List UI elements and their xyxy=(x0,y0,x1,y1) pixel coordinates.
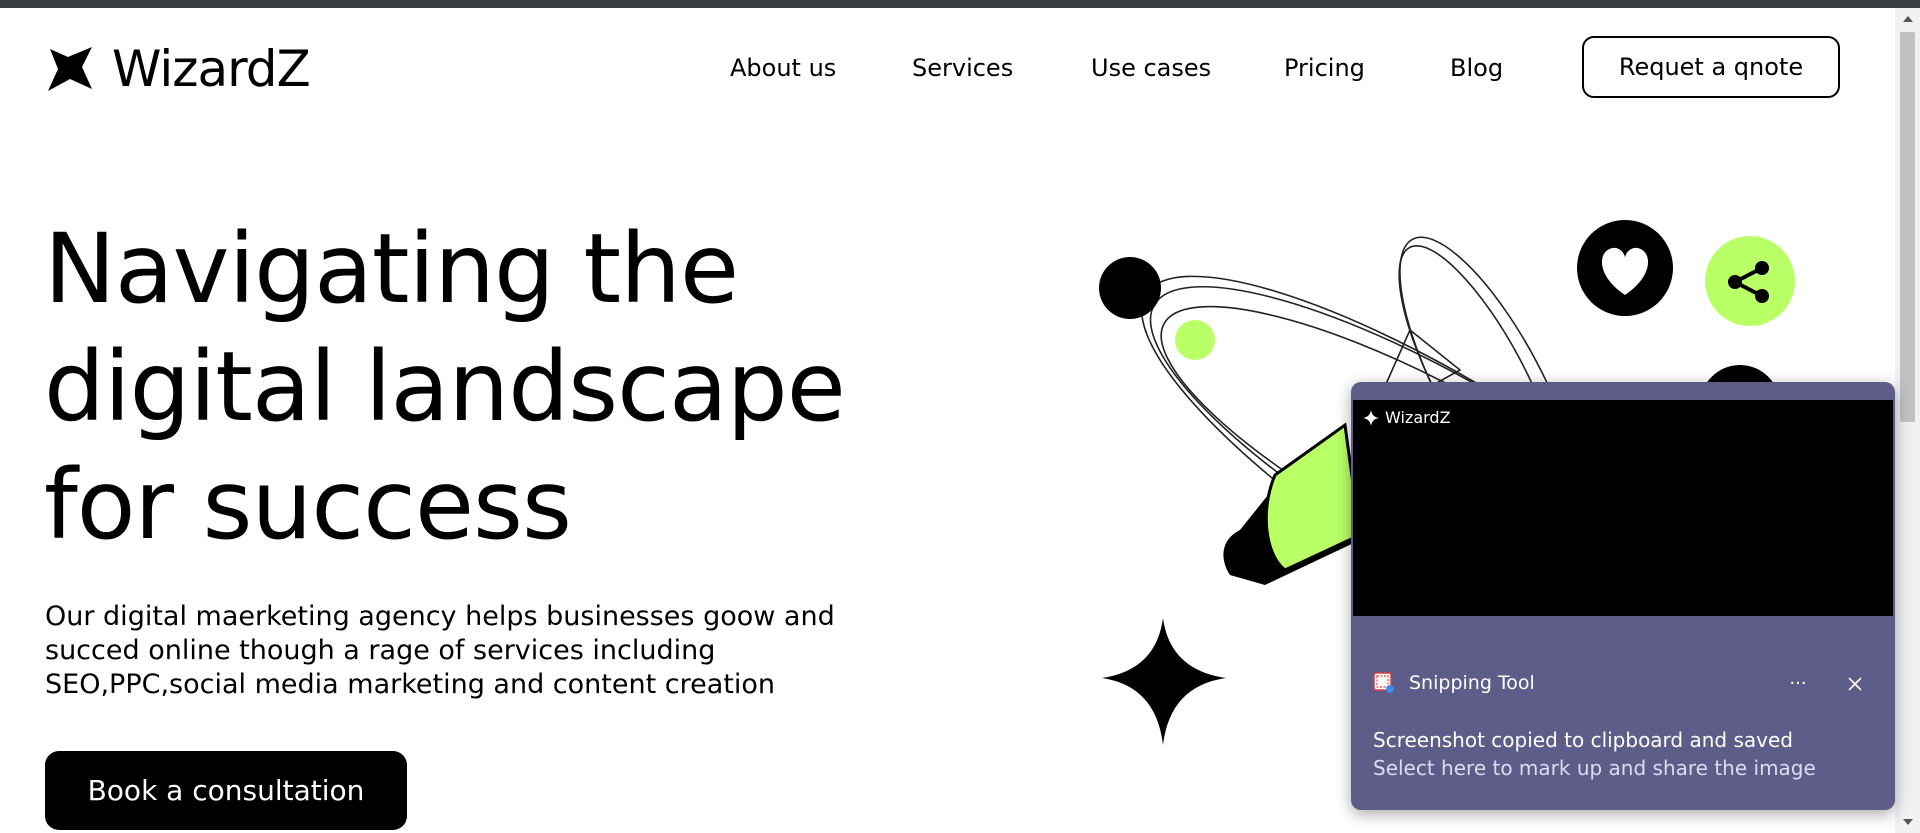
close-icon[interactable] xyxy=(1841,670,1869,698)
notification-app: Snipping Tool xyxy=(1373,672,1535,694)
nav-use-cases[interactable]: Use cases xyxy=(1091,52,1211,84)
request-quote-button[interactable]: Requet a qnote xyxy=(1582,36,1840,98)
hero-title-line-1: Navigating the xyxy=(44,213,739,325)
scroll-up-arrow-icon[interactable] xyxy=(1895,10,1920,28)
hero-description: Our digital maerketing agency helps busi… xyxy=(45,600,925,702)
scroll-down-arrow-icon[interactable] xyxy=(1895,813,1920,831)
notification-app-name: Snipping Tool xyxy=(1409,672,1535,694)
hero-title-line-3: for success xyxy=(44,449,572,561)
notification-title: Screenshot copied to clipboard and saved xyxy=(1373,728,1793,752)
star-logo-icon xyxy=(1363,409,1379,426)
black-dot xyxy=(1099,257,1161,319)
nav-about-us[interactable]: About us xyxy=(730,52,836,84)
snipping-tool-notification[interactable]: WizardZ Snipping Tool ··· Screenshot cop… xyxy=(1351,382,1895,810)
sparkle-star-icon xyxy=(1102,618,1226,745)
nav-blog[interactable]: Blog xyxy=(1450,52,1503,84)
brand-logo[interactable]: WizardZ xyxy=(46,40,311,98)
hero-title-line-2: digital landscape xyxy=(44,331,846,443)
page-scrollbar[interactable] xyxy=(1895,8,1920,833)
share-icon xyxy=(1705,236,1795,326)
screenshot-preview[interactable]: WizardZ xyxy=(1353,400,1893,616)
hero-title: Navigating the digital landscape for suc… xyxy=(44,210,944,564)
more-options-icon[interactable]: ··· xyxy=(1783,668,1813,698)
snipping-tool-icon xyxy=(1373,672,1394,693)
hero-description-line-2: succed online though a rage of services … xyxy=(45,635,716,666)
green-dot xyxy=(1175,320,1215,360)
book-consultation-button[interactable]: Book a consultation xyxy=(45,751,407,830)
browser-top-bar xyxy=(0,0,1920,8)
star-logo-icon xyxy=(48,47,92,91)
hero-description-line-3: SEO,PPC,social media marketing and conte… xyxy=(45,669,775,700)
preview-brand: WizardZ xyxy=(1363,408,1451,427)
heart-icon xyxy=(1577,220,1673,316)
nav-services[interactable]: Services xyxy=(912,52,1013,84)
nav-pricing[interactable]: Pricing xyxy=(1284,52,1365,84)
preview-brand-text: WizardZ xyxy=(1385,408,1451,427)
scroll-thumb[interactable] xyxy=(1900,32,1915,422)
brand-name: WizardZ xyxy=(112,40,311,98)
hero-description-line-1: Our digital maerketing agency helps busi… xyxy=(45,601,835,632)
notification-subtitle: Select here to mark up and share the ima… xyxy=(1373,756,1816,780)
